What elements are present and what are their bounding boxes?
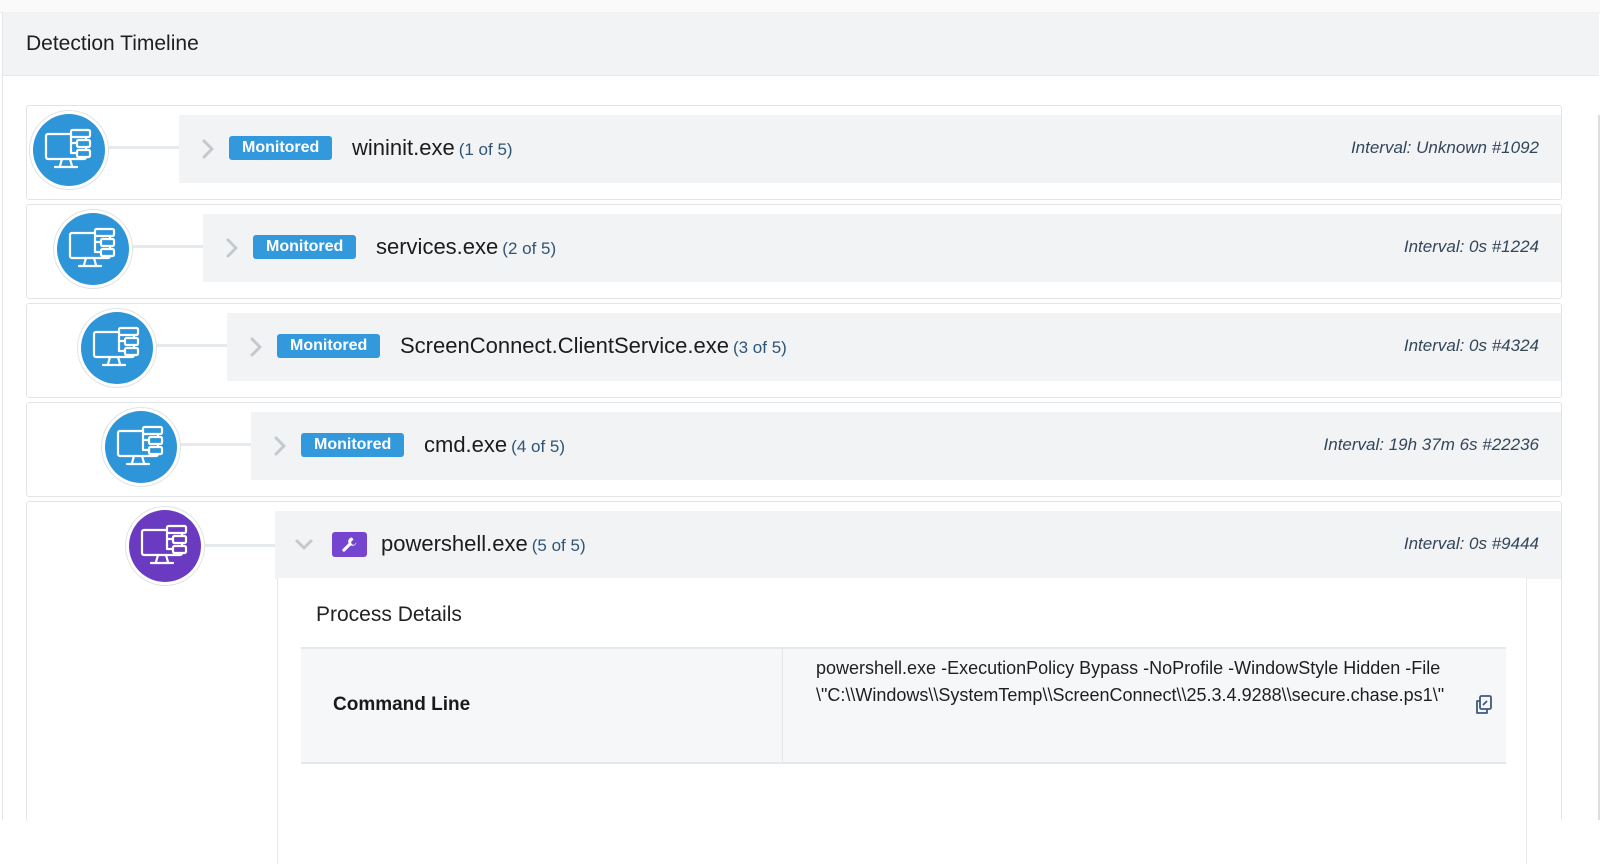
process-bar[interactable]: powershell.exe (5 of 5) Interval: 0s #944… bbox=[275, 511, 1561, 579]
process-interval: Interval: 0s #9444 bbox=[1403, 534, 1539, 553]
connector-line bbox=[179, 443, 254, 446]
process-count: (3 of 5) bbox=[732, 338, 787, 357]
process-node[interactable] bbox=[126, 507, 204, 585]
process-count: (2 of 5) bbox=[502, 239, 557, 258]
process-name[interactable]: services.exe (2 of 5) bbox=[376, 234, 556, 260]
process-bar[interactable]: Monitored ScreenConnect.ClientService.ex… bbox=[227, 313, 1561, 381]
timeline-row: Monitored wininit.exe (1 of 5) Interval: … bbox=[26, 105, 1562, 200]
process-name-text: powershell.exe bbox=[381, 531, 528, 556]
process-node[interactable] bbox=[30, 111, 108, 189]
command-line-label-cell: Command Line bbox=[301, 649, 783, 762]
timeline-row: Monitored cmd.exe (4 of 5) Interval: 19h … bbox=[26, 402, 1562, 497]
status-badge: Monitored bbox=[229, 136, 333, 160]
process-interval: Interval: 19h 37m 6s #22236 bbox=[1323, 435, 1539, 454]
process-bar[interactable]: Monitored services.exe (2 of 5) Interval:… bbox=[203, 214, 1561, 282]
status-badge: Monitored bbox=[253, 235, 357, 259]
process-node[interactable] bbox=[102, 408, 180, 486]
connector-line bbox=[131, 245, 206, 248]
status-badge: Monitored bbox=[277, 334, 381, 358]
wrench-icon bbox=[342, 537, 357, 552]
chevron-right-icon[interactable] bbox=[221, 236, 243, 260]
chevron-right-icon[interactable] bbox=[245, 335, 267, 359]
process-node[interactable] bbox=[78, 309, 156, 387]
process-name[interactable]: ScreenConnect.ClientService.exe (3 of 5) bbox=[400, 333, 787, 359]
process-interval: Interval: 0s #4324 bbox=[1403, 336, 1539, 355]
chevron-right-icon[interactable] bbox=[197, 137, 219, 161]
copy-icon[interactable] bbox=[1474, 694, 1494, 716]
timeline-row: Monitored services.exe (2 of 5) Interval:… bbox=[26, 204, 1562, 299]
computer-process-icon bbox=[92, 326, 140, 367]
process-name-text: cmd.exe bbox=[424, 432, 508, 457]
process-name[interactable]: wininit.exe (1 of 5) bbox=[352, 135, 513, 161]
connector-line bbox=[203, 544, 278, 547]
wrench-badge bbox=[332, 532, 367, 557]
connector-line bbox=[107, 146, 182, 149]
status-badge: Monitored bbox=[301, 433, 405, 457]
computer-process-icon bbox=[116, 425, 164, 466]
process-name-text: wininit.exe bbox=[352, 135, 455, 160]
panel-title: Detection Timeline bbox=[26, 32, 199, 55]
process-name[interactable]: powershell.exe (5 of 5) bbox=[381, 531, 586, 557]
process-interval: Interval: Unknown #1092 bbox=[1350, 138, 1539, 157]
process-count: (1 of 5) bbox=[458, 140, 513, 159]
process-bar[interactable]: Monitored wininit.exe (1 of 5) Interval: … bbox=[179, 115, 1561, 183]
computer-process-icon bbox=[44, 128, 92, 169]
process-node[interactable] bbox=[54, 210, 132, 288]
connector-line bbox=[155, 344, 230, 347]
process-count: (4 of 5) bbox=[511, 437, 566, 456]
timeline-row: Monitored ScreenConnect.ClientService.ex… bbox=[26, 303, 1562, 398]
process-details-table: Command Line powershell.exe -ExecutionPo… bbox=[301, 647, 1506, 764]
process-count: (5 of 5) bbox=[531, 536, 586, 555]
process-interval: Interval: 0s #1224 bbox=[1403, 237, 1539, 256]
computer-process-icon bbox=[68, 227, 116, 268]
process-bar[interactable]: Monitored cmd.exe (4 of 5) Interval: 19h … bbox=[251, 412, 1561, 480]
process-name[interactable]: cmd.exe (4 of 5) bbox=[424, 432, 565, 458]
command-line-value[interactable]: powershell.exe -ExecutionPolicy Bypass -… bbox=[816, 655, 1458, 709]
panel-header: Detection Timeline bbox=[3, 12, 1599, 76]
command-line-label: Command Line bbox=[333, 694, 471, 715]
process-details-title: Process Details bbox=[316, 603, 462, 626]
computer-process-icon bbox=[140, 524, 188, 565]
process-name-text: ScreenConnect.ClientService.exe bbox=[400, 333, 729, 358]
timeline-row-expanded: powershell.exe (5 of 5) Interval: 0s #944… bbox=[26, 501, 1562, 864]
chevron-down-icon[interactable] bbox=[293, 533, 315, 557]
process-details-panel: Process Details Command Line powershell.… bbox=[277, 578, 1527, 864]
chevron-right-icon[interactable] bbox=[269, 434, 291, 458]
process-name-text: services.exe bbox=[376, 234, 499, 259]
